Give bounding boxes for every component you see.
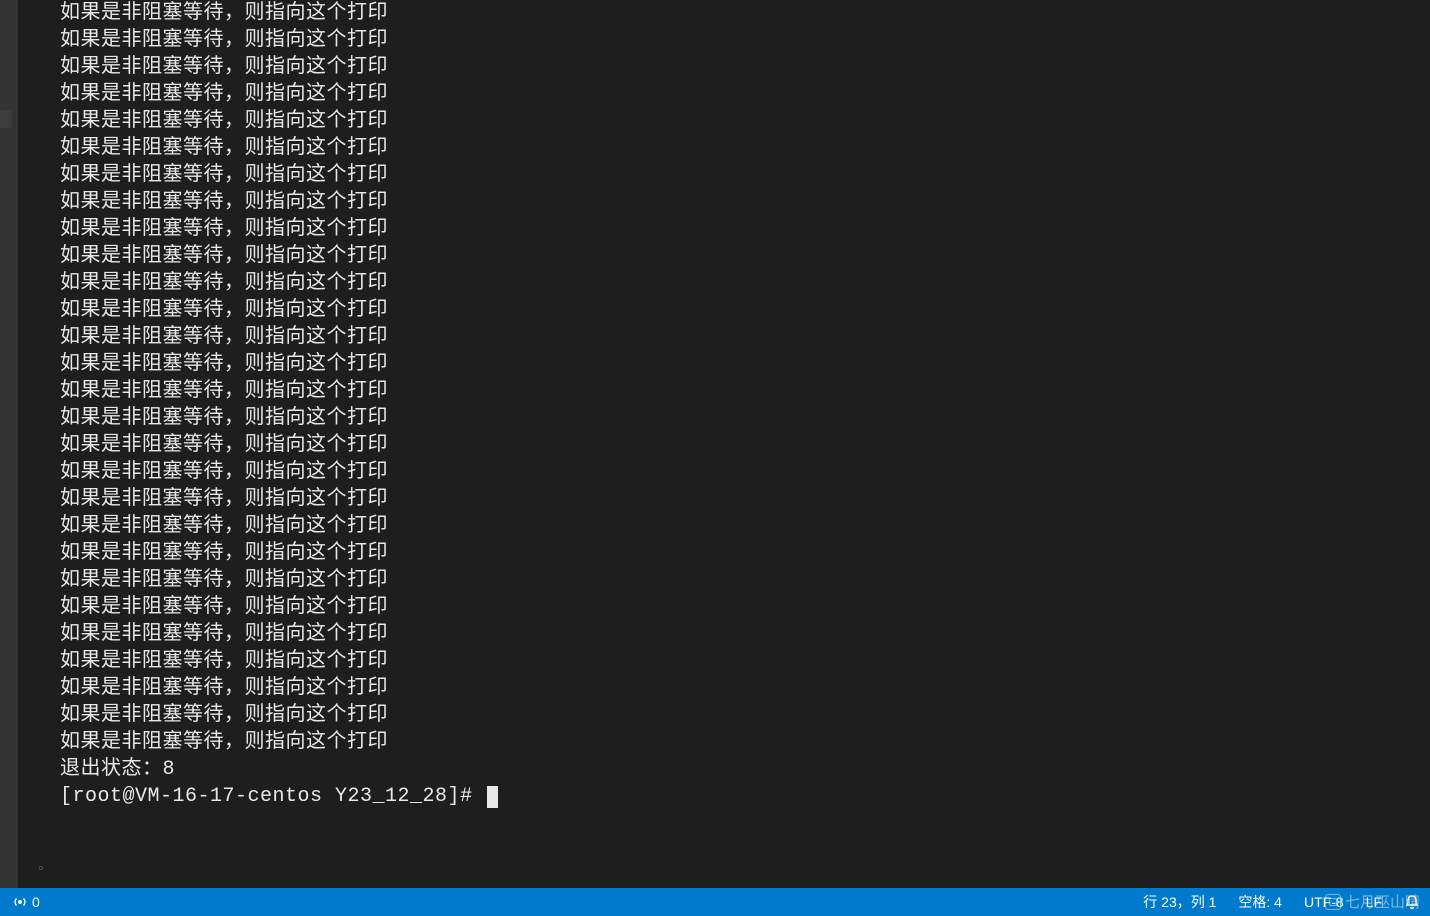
terminal-exit-status: 退出状态：8 xyxy=(60,756,1430,783)
notifications-icon[interactable] xyxy=(1400,894,1424,910)
terminal-output-line: 如果是非阻塞等待，则指向这个打印 xyxy=(60,459,1430,486)
terminal-output-line: 如果是非阻塞等待，则指向这个打印 xyxy=(60,297,1430,324)
terminal-panel[interactable]: 如果是非阻塞等待，则指向这个打印如果是非阻塞等待，则指向这个打印如果是非阻塞等待… xyxy=(60,0,1430,888)
terminal-output-line: 如果是非阻塞等待，则指向这个打印 xyxy=(60,432,1430,459)
terminal-output-line: 如果是非阻塞等待，则指向这个打印 xyxy=(60,0,1430,27)
terminal-output-line: 如果是非阻塞等待，则指向这个打印 xyxy=(60,378,1430,405)
terminal-output-line: 如果是非阻塞等待，则指向这个打印 xyxy=(60,27,1430,54)
terminal-output-line: 如果是非阻塞等待，则指向这个打印 xyxy=(60,189,1430,216)
status-bar: 0 行 23，列 1 空格: 4 UTF-8 LF xyxy=(0,888,1430,916)
terminal-output-line: 如果是非阻塞等待，则指向这个打印 xyxy=(60,135,1430,162)
encoding[interactable]: UTF-8 xyxy=(1300,894,1348,910)
broadcast-icon xyxy=(12,894,28,910)
terminal-output-line: 如果是非阻塞等待，则指向这个打印 xyxy=(60,675,1430,702)
terminal-output-line: 如果是非阻塞等待，则指向这个打印 xyxy=(60,513,1430,540)
terminal-output-line: 如果是非阻塞等待，则指向这个打印 xyxy=(60,243,1430,270)
terminal-prompt[interactable]: [root@VM-16-17-centos Y23_12_28]# xyxy=(60,783,1430,810)
terminal-output-line: 如果是非阻塞等待，则指向这个打印 xyxy=(60,405,1430,432)
terminal-output-line: 如果是非阻塞等待，则指向这个打印 xyxy=(60,351,1430,378)
terminal-output-line: 如果是非阻塞等待，则指向这个打印 xyxy=(60,729,1430,756)
terminal-output-line: 如果是非阻塞等待，则指向这个打印 xyxy=(60,594,1430,621)
terminal-output-line: 如果是非阻塞等待，则指向这个打印 xyxy=(60,648,1430,675)
terminal-output-line: 如果是非阻塞等待，则指向这个打印 xyxy=(60,621,1430,648)
terminal-output-line: 如果是非阻塞等待，则指向这个打印 xyxy=(60,486,1430,513)
terminal-output-line: 如果是非阻塞等待，则指向这个打印 xyxy=(60,270,1430,297)
terminal-output-line: 如果是非阻塞等待，则指向这个打印 xyxy=(60,702,1430,729)
terminal-output-line: 如果是非阻塞等待，则指向这个打印 xyxy=(60,54,1430,81)
unsaved-indicator-icon: ◦ xyxy=(36,860,46,878)
terminal-output-line: 如果是非阻塞等待，则指向这个打印 xyxy=(60,81,1430,108)
terminal-output-line: 如果是非阻塞等待，则指向这个打印 xyxy=(60,108,1430,135)
remote-count: 0 xyxy=(32,894,40,910)
end-of-line[interactable]: LF xyxy=(1362,894,1386,910)
activity-bar[interactable] xyxy=(0,0,18,888)
terminal-cursor xyxy=(487,786,498,808)
cursor-position[interactable]: 行 23，列 1 xyxy=(1139,892,1220,912)
indentation[interactable]: 空格: 4 xyxy=(1234,892,1286,912)
terminal-output-line: 如果是非阻塞等待，则指向这个打印 xyxy=(60,162,1430,189)
terminal-output-line: 如果是非阻塞等待，则指向这个打印 xyxy=(60,216,1430,243)
terminal-output-line: 如果是非阻塞等待，则指向这个打印 xyxy=(60,324,1430,351)
terminal-output-line: 如果是非阻塞等待，则指向这个打印 xyxy=(60,567,1430,594)
editor-gutter: ◦ xyxy=(18,0,60,888)
remote-status[interactable]: 0 xyxy=(8,894,44,910)
terminal-output-line: 如果是非阻塞等待，则指向这个打印 xyxy=(60,540,1430,567)
